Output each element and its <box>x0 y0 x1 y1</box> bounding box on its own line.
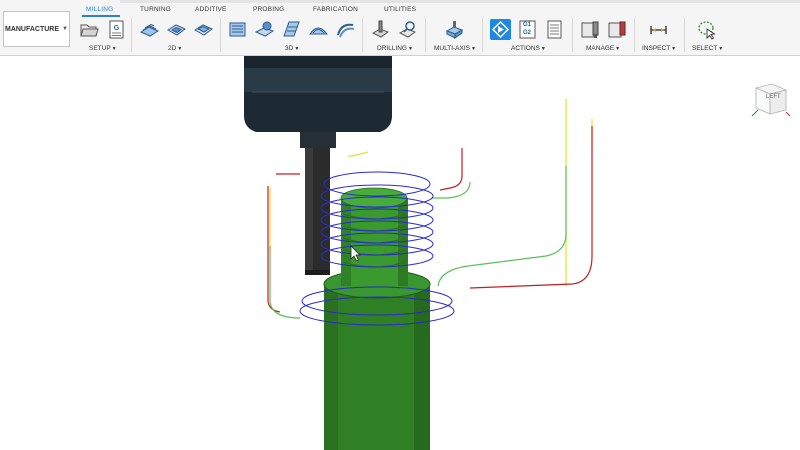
2d-adaptive-icon <box>139 23 160 37</box>
tab-additive[interactable]: ADDITIVE <box>195 6 227 13</box>
select-lasso-icon <box>698 21 716 40</box>
view-cube[interactable]: LEFT <box>748 76 792 120</box>
separator <box>425 18 426 52</box>
tab-utilities[interactable]: UTILITIES <box>384 6 416 13</box>
2d-pocket-button[interactable] <box>166 19 187 40</box>
tab-fabrication[interactable]: FABRICATION <box>313 6 358 13</box>
workspace-label: MANUFACTURE <box>4 25 60 33</box>
separator <box>572 18 573 52</box>
end-mill <box>305 148 330 275</box>
tab-milling[interactable]: MILLING <box>86 6 113 13</box>
steep-shallow-icon <box>283 21 300 37</box>
nc-program-button[interactable]: G <box>106 19 127 40</box>
g2-label: G2 <box>523 30 532 36</box>
2d-group-menu[interactable]: 2D▼ <box>168 45 182 52</box>
drill-button[interactable] <box>370 19 391 40</box>
workpiece <box>323 187 431 450</box>
workspace-dropdown[interactable]: MANUFACTURE ▼ <box>3 11 70 47</box>
actions-group-menu[interactable]: ACTIONS▼ <box>511 45 546 52</box>
svg-text:G: G <box>114 25 120 32</box>
active-tab-indicator <box>82 15 120 17</box>
tool-holder <box>244 56 392 148</box>
scallop-button[interactable] <box>308 19 329 40</box>
template-library-button[interactable] <box>607 19 628 40</box>
face-button[interactable] <box>193 19 214 40</box>
chevron-down-icon: ▼ <box>62 26 68 32</box>
tab-probing[interactable]: PROBING <box>253 6 284 13</box>
hole-recognition-icon <box>398 21 417 38</box>
measure-icon <box>650 26 667 34</box>
3d-viewport[interactable] <box>0 56 800 450</box>
3d-adaptive-icon <box>229 22 246 37</box>
canvas-scene[interactable] <box>0 56 800 450</box>
drilling-group-menu[interactable]: DRILLING▼ <box>377 45 413 52</box>
3d-pocket-icon <box>254 21 275 37</box>
hole-recognition-button[interactable] <box>397 19 418 40</box>
g1-label: G1 <box>523 22 532 28</box>
2d-adaptive-button[interactable] <box>139 19 160 40</box>
new-setup-button[interactable] <box>79 19 100 40</box>
view-cube-face-label: LEFT <box>766 94 781 100</box>
select-group-menu[interactable]: SELECT▼ <box>692 45 723 52</box>
2d-pocket-icon <box>167 24 186 36</box>
inspect-group-menu[interactable]: INSPECT▼ <box>642 45 676 52</box>
simulate-button[interactable] <box>490 19 511 40</box>
separator <box>634 18 635 52</box>
setup-group-menu[interactable]: SETUP▼ <box>89 45 117 52</box>
setup-sheet-button[interactable] <box>544 19 565 40</box>
simulate-icon <box>491 20 510 39</box>
multi-axis-group-menu[interactable]: MULTI-AXIS▼ <box>434 45 476 52</box>
tool-library-icon <box>581 21 599 38</box>
face-icon <box>194 24 213 36</box>
toolbar-ribbon: MANUFACTURE ▼ MILLING TURNING ADDITIVE P… <box>0 0 800 56</box>
separator <box>131 18 132 52</box>
scallop-icon <box>309 27 329 35</box>
post-process-button[interactable]: G1 G2 <box>517 19 538 40</box>
steep-shallow-button[interactable] <box>281 19 302 40</box>
separator <box>362 18 363 52</box>
multi-axis-button[interactable] <box>444 19 465 40</box>
separator <box>482 18 483 52</box>
select-button[interactable] <box>696 19 717 40</box>
separator <box>684 18 685 52</box>
drill-icon <box>371 20 390 38</box>
tab-turning[interactable]: TURNING <box>140 6 171 13</box>
measure-button[interactable] <box>648 19 669 40</box>
flow-icon <box>337 23 355 38</box>
3d-adaptive-button[interactable] <box>227 19 248 40</box>
manage-group-menu[interactable]: MANAGE▼ <box>586 45 620 52</box>
setup-sheet-icon <box>547 20 562 39</box>
3d-pocket-button[interactable] <box>254 19 275 40</box>
title-strip <box>120 0 800 3</box>
template-icon <box>608 21 626 38</box>
separator <box>220 18 221 52</box>
3d-group-menu[interactable]: 3D▼ <box>285 45 299 52</box>
nc-program-icon: G <box>109 20 124 39</box>
multi-axis-icon <box>445 21 464 39</box>
flow-button[interactable] <box>335 19 356 40</box>
folder-open-icon <box>80 24 99 37</box>
tool-library-button[interactable] <box>580 19 601 40</box>
